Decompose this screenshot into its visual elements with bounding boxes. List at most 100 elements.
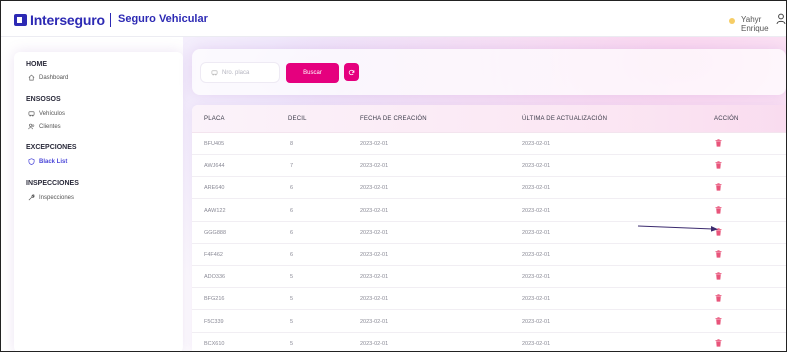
cell-ultima-actualizacion: 2023-02-01: [522, 274, 551, 281]
cell-placa: GGG888: [204, 229, 227, 236]
cell-ultima-actualizacion: 2023-02-01: [522, 185, 551, 192]
brand-divider: [110, 13, 111, 27]
table-row: ADO336 5 2023-02-01 2023-02-01: [192, 266, 786, 289]
column-header-fecha-creacion: FECHA DE CREACIÓN: [360, 116, 427, 122]
cell-decil: 6: [290, 185, 294, 192]
cell-decil: 5: [290, 274, 294, 281]
table-row: AAW122 6 2023-02-01 2023-02-01: [192, 200, 786, 222]
cell-ultima-actualizacion: 2023-02-01: [522, 252, 551, 258]
cell-placa: BFU405: [204, 141, 225, 147]
cell-ultima-actualizacion: 2023-02-01: [522, 229, 551, 236]
trash-icon[interactable]: [715, 339, 722, 347]
cell-placa: F5C339: [204, 318, 224, 325]
sidebar-item-clientes[interactable]: Clientes: [28, 123, 61, 130]
search-placeholder: Nro. placa: [222, 69, 250, 76]
cell-decil: 6: [290, 252, 294, 258]
cell-placa: ARE640: [204, 185, 225, 192]
cell-decil: 5: [290, 318, 294, 325]
cell-decil: 5: [290, 296, 294, 303]
plate-search-input[interactable]: Nro. placa: [200, 62, 280, 83]
cell-ultima-actualizacion: 2023-02-01: [522, 340, 551, 347]
cell-placa: BCX610: [204, 340, 225, 347]
table-row: BCX610 5 2023-02-01 2023-02-01: [192, 333, 786, 351]
annotation-arrow: [637, 225, 718, 232]
search-panel: [192, 49, 786, 95]
trash-icon[interactable]: [715, 183, 722, 191]
table-row: AWJ644 7 2023-02-01 2023-02-01: [192, 155, 786, 178]
home-icon: [28, 74, 35, 81]
cell-decil: 8: [290, 141, 294, 147]
table-row: BFU405 8 2023-02-01 2023-02-01: [192, 133, 786, 155]
sidebar-item-label: Black List: [39, 158, 68, 165]
cell-ultima-actualizacion: 2023-02-01: [522, 163, 551, 170]
cell-fecha-creacion: 2023-02-01: [360, 141, 389, 147]
product-name: Seguro Vehicular: [118, 13, 208, 25]
top-header: Interseguro Seguro Vehicular Yahyr Enriq…: [1, 1, 786, 37]
cell-placa: F4F462: [204, 252, 223, 258]
cell-ultima-actualizacion: 2023-02-01: [522, 141, 551, 147]
column-header-placa: PLACA: [204, 116, 225, 122]
users-icon: [28, 123, 35, 130]
table-row: F4F462 6 2023-02-01 2023-02-01: [192, 244, 786, 266]
search-button[interactable]: Buscar: [286, 63, 339, 83]
cell-fecha-creacion: 2023-02-01: [360, 318, 389, 325]
user-status-dot: [729, 18, 735, 24]
cell-fecha-creacion: 2023-02-01: [360, 207, 389, 214]
trash-icon[interactable]: [715, 294, 722, 302]
sidebar-section-home: HOME: [26, 61, 47, 68]
cell-placa: AAW122: [204, 207, 226, 214]
cell-placa: ADO336: [204, 274, 226, 281]
table-row: ARE640 6 2023-02-01 2023-02-01: [192, 177, 786, 200]
cell-ultima-actualizacion: 2023-02-01: [522, 318, 551, 325]
cell-decil: 6: [290, 229, 294, 236]
cell-ultima-actualizacion: 2023-02-01: [522, 296, 551, 303]
cell-ultima-actualizacion: 2023-02-01: [522, 207, 551, 214]
trash-icon[interactable]: [715, 272, 722, 280]
cell-decil: 6: [290, 207, 294, 214]
cell-fecha-creacion: 2023-02-01: [360, 340, 389, 347]
sidebar-item-black-list[interactable]: Black List: [28, 158, 67, 165]
table-header-row: PLACA DECIL FECHA DE CREACIÓN ÚLTIMA DE …: [192, 105, 786, 133]
sidebar-item-dashboard[interactable]: Dashboard: [28, 74, 68, 81]
car-icon: [28, 111, 35, 117]
app-window: Interseguro Seguro Vehicular Yahyr Enriq…: [0, 0, 787, 352]
table-row: BFG216 5 2023-02-01 2023-02-01: [192, 288, 786, 311]
table-row: F5C339 5 2023-02-01 2023-02-01: [192, 311, 786, 333]
trash-icon[interactable]: [715, 161, 722, 169]
sidebar-section-excepciones: EXCEPCIONES: [26, 144, 77, 151]
sidebar-section-inspecciones: INSPECCIONES: [26, 180, 79, 187]
cell-decil: 7: [290, 163, 294, 170]
refresh-button[interactable]: [344, 63, 359, 81]
car-icon: [211, 70, 218, 76]
sidebar-item-vehiculos[interactable]: Vehículos: [28, 110, 65, 117]
sidebar: HOME Dashboard ENSOSOS Vehículos Cliente…: [14, 52, 183, 351]
wrench-icon: [28, 194, 35, 201]
cell-fecha-creacion: 2023-02-01: [360, 163, 389, 170]
brand-name: Interseguro: [30, 12, 105, 28]
sidebar-item-label: Vehículos: [39, 110, 66, 117]
trash-icon[interactable]: [715, 316, 722, 325]
sidebar-item-label: Inspecciones: [39, 194, 75, 201]
trash-icon[interactable]: [715, 139, 722, 147]
refresh-icon: [348, 69, 355, 75]
cell-decil: 5: [290, 340, 294, 347]
trash-icon[interactable]: [715, 250, 722, 258]
shield-icon: [28, 158, 35, 165]
user-icon[interactable]: [776, 13, 786, 25]
cell-fecha-creacion: 2023-02-01: [360, 229, 389, 236]
cell-placa: BFG216: [204, 296, 225, 303]
interseguro-logo-icon: [14, 14, 27, 26]
column-header-accion: ACCIÓN: [714, 116, 739, 122]
cell-fecha-creacion: 2023-02-01: [360, 274, 389, 281]
cell-fecha-creacion: 2023-02-01: [360, 185, 389, 192]
trash-icon[interactable]: [715, 205, 722, 214]
sidebar-section-ensosos: ENSOSOS: [26, 96, 61, 103]
sidebar-item-label: Dashboard: [39, 74, 69, 81]
sidebar-item-inspecciones[interactable]: Inspecciones: [28, 194, 74, 201]
cell-fecha-creacion: 2023-02-01: [360, 296, 389, 303]
sidebar-item-label: Clientes: [39, 123, 61, 130]
cell-fecha-creacion: 2023-02-01: [360, 252, 389, 258]
column-header-decil: DECIL: [288, 116, 307, 122]
column-header-ultima-actualizacion: ÚLTIMA DE ACTUALIZACIÓN: [522, 116, 608, 122]
cell-placa: AWJ644: [204, 163, 225, 170]
